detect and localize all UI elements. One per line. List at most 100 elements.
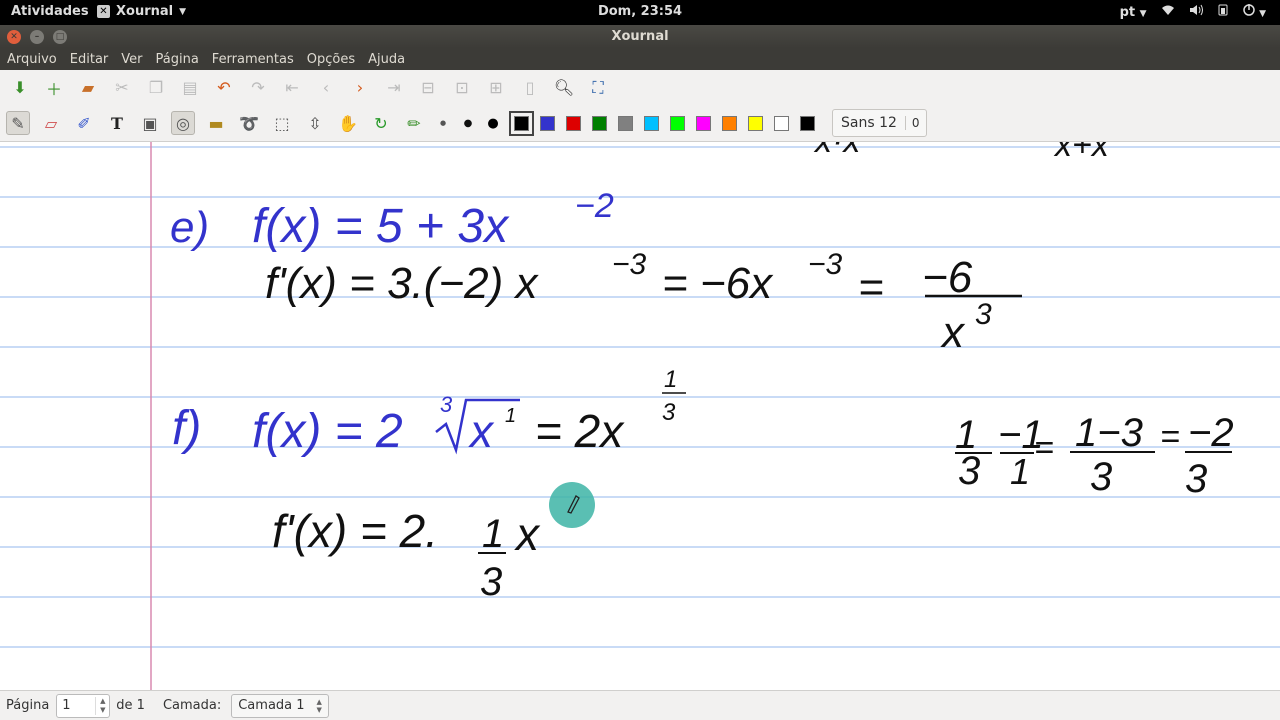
- menu-ajuda[interactable]: Ajuda: [368, 52, 405, 67]
- thickness-thick-icon[interactable]: ●: [485, 111, 501, 135]
- image-tool-icon[interactable]: ▣: [138, 111, 162, 135]
- color-swatch[interactable]: [509, 110, 534, 136]
- menu-bar: Arquivo Editar Ver Página Ferramentas Op…: [0, 48, 1280, 70]
- page-count: de 1: [116, 698, 145, 713]
- rect-select-icon[interactable]: ⬚: [270, 111, 294, 135]
- paste-icon[interactable]: ▤: [178, 76, 202, 100]
- page-label: Página: [6, 698, 50, 713]
- menu-ver[interactable]: Ver: [121, 52, 142, 67]
- color-swatch[interactable]: [566, 115, 581, 131]
- next-page-icon[interactable]: ›: [348, 76, 372, 100]
- language-indicator[interactable]: pt ▼: [1120, 5, 1147, 20]
- highlighter-icon[interactable]: ✐: [72, 111, 96, 135]
- label-f: f): [172, 402, 201, 455]
- page-number-value: 1: [62, 698, 71, 713]
- menu-arquivo[interactable]: Arquivo: [7, 52, 57, 67]
- menu-opcoes[interactable]: Opções: [307, 52, 355, 67]
- fraction-denominator: x: [940, 308, 966, 357]
- status-bar: Página 1 ▲ ▼ de 1 Camada: Camada 1 ▲ ▼: [0, 690, 1280, 720]
- app-menu[interactable]: ✕ Xournal ▼: [97, 4, 186, 19]
- previous-page-icon[interactable]: ‹: [314, 76, 338, 100]
- zoom-in-icon[interactable]: ⊞: [484, 76, 508, 100]
- side-frac-c-num: 1−3: [1075, 411, 1143, 455]
- eraser-icon[interactable]: ▱: [39, 111, 63, 135]
- search-icon[interactable]: 🔍︎: [552, 76, 576, 100]
- derivative-e: f'(x) = 3.(−2) x: [265, 259, 539, 308]
- ruler-icon[interactable]: ▬: [204, 111, 228, 135]
- new-document-icon[interactable]: ＋: [42, 76, 66, 100]
- redo-icon[interactable]: ↷: [246, 76, 270, 100]
- activities-button[interactable]: Atividades: [11, 4, 89, 19]
- side-frac-a-den: 3: [958, 449, 980, 493]
- color-swatch[interactable]: [748, 115, 763, 131]
- battery-icon[interactable]: [1217, 4, 1229, 20]
- chevron-down-icon: ▼: [1139, 8, 1147, 19]
- system-top-bar: Atividades ✕ Xournal ▼ Dom, 23:54 pt ▼ ▼: [0, 0, 1280, 25]
- chevron-down-icon: ▼: [179, 6, 187, 17]
- side-equals-2: =: [1160, 418, 1180, 456]
- layer-value: Camada 1: [238, 698, 305, 713]
- function-e: f(x) = 5 + 3x: [252, 200, 510, 253]
- wifi-icon[interactable]: [1161, 4, 1175, 20]
- default-pen-icon[interactable]: ✏: [402, 111, 426, 135]
- function-f: f(x) = 2: [252, 405, 403, 458]
- pen-icon[interactable]: ✎: [6, 111, 30, 135]
- volume-icon[interactable]: [1189, 4, 1203, 20]
- power-exponent-denominator: 3: [662, 399, 676, 426]
- color-swatch[interactable]: [696, 115, 711, 131]
- menu-pagina[interactable]: Página: [156, 52, 199, 67]
- derivative-f-denominator: 3: [480, 560, 502, 604]
- label-e: e): [170, 203, 209, 252]
- layer-label: Camada:: [162, 698, 222, 713]
- spinner-arrows-icon[interactable]: ▲ ▼: [95, 696, 109, 715]
- tools-toolbar: ✎ ▱ ✐ T ▣ ◎ ▬ ➰ ⬚ ⇳ ✋ ↻ ✏ ● ● ● Sans 12 …: [0, 105, 1280, 142]
- color-swatch[interactable]: [670, 115, 685, 131]
- color-swatch[interactable]: [800, 115, 815, 131]
- color-palette: [509, 110, 826, 136]
- zoom-100-icon[interactable]: ▯: [518, 76, 542, 100]
- menu-ferramentas[interactable]: Ferramentas: [212, 52, 294, 67]
- lasso-select-icon[interactable]: ➰: [237, 111, 261, 135]
- vertical-space-icon[interactable]: ⇳: [303, 111, 327, 135]
- color-swatch[interactable]: [592, 115, 607, 131]
- side-frac-d-den: 3: [1185, 457, 1207, 501]
- thickness-fine-icon[interactable]: ●: [435, 111, 451, 135]
- exponent-e: −2: [575, 187, 614, 225]
- shape-recognizer-icon[interactable]: ◎: [171, 111, 195, 135]
- first-page-icon[interactable]: ⇤: [280, 76, 304, 100]
- layer-select[interactable]: Camada 1 ▲ ▼: [231, 693, 329, 718]
- last-page-icon[interactable]: ⇥: [382, 76, 406, 100]
- side-frac-c-den: 3: [1090, 455, 1112, 499]
- clock[interactable]: Dom, 23:54: [0, 4, 1280, 19]
- cut-off-ink: x+x: [1053, 142, 1110, 164]
- color-swatch[interactable]: [722, 115, 737, 131]
- color-swatch[interactable]: [774, 115, 789, 131]
- text-tool-icon[interactable]: T: [105, 111, 129, 135]
- color-swatch[interactable]: [644, 115, 659, 131]
- zoom-out-icon[interactable]: ⊟: [416, 76, 440, 100]
- derivative-f-numerator: 1: [482, 512, 504, 556]
- radicand: x: [468, 405, 495, 457]
- cut-icon[interactable]: ✂: [110, 76, 134, 100]
- xournal-app-icon: ✕: [97, 5, 110, 18]
- default-tool-icon[interactable]: ↻: [369, 111, 393, 135]
- window-titlebar: ✕ – □ Xournal: [0, 25, 1280, 48]
- derivative-e-step-exponent: −3: [808, 248, 843, 281]
- menu-editar[interactable]: Editar: [70, 52, 109, 67]
- copy-icon[interactable]: ❐: [144, 76, 168, 100]
- undo-icon[interactable]: ↶: [212, 76, 236, 100]
- hand-tool-icon[interactable]: ✋: [336, 111, 360, 135]
- font-name: Sans 12: [841, 115, 897, 131]
- page-number-spinner[interactable]: 1 ▲ ▼: [56, 693, 111, 718]
- power-menu[interactable]: ▼: [1242, 4, 1266, 20]
- color-swatch[interactable]: [618, 115, 633, 131]
- font-selector[interactable]: Sans 12 0: [832, 109, 927, 137]
- fraction-numerator: −6: [922, 253, 973, 302]
- thickness-medium-icon[interactable]: ●: [460, 111, 476, 135]
- color-swatch[interactable]: [540, 115, 555, 131]
- save-icon[interactable]: ⬇: [8, 76, 32, 100]
- notebook-page[interactable]: x·x x+x e) f(x) = 5 + 3x −2 f'(x) = 3.(−…: [0, 142, 1280, 690]
- open-folder-icon[interactable]: ▰: [76, 76, 100, 100]
- fullscreen-icon[interactable]: ⛶: [586, 76, 610, 100]
- zoom-fit-icon[interactable]: ⊡: [450, 76, 474, 100]
